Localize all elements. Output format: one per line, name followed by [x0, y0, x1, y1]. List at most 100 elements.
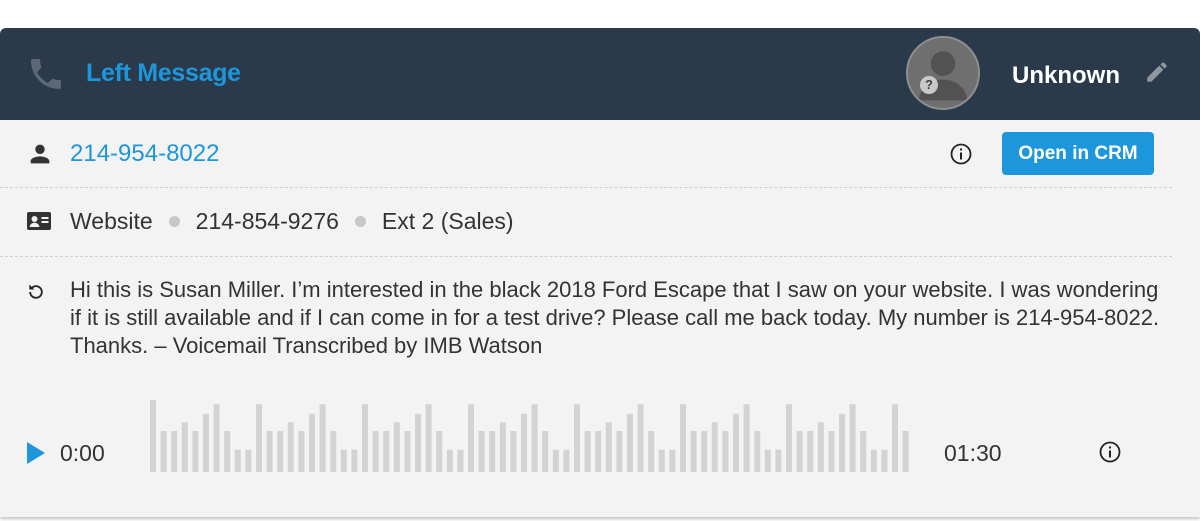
- waveform-bar: [690, 431, 697, 472]
- waveform-bar: [340, 449, 347, 472]
- call-header: Left Message ? Unknown: [0, 28, 1200, 120]
- separator-dot: [168, 216, 180, 227]
- waveform-bar: [796, 431, 803, 472]
- waveform-bar: [839, 413, 845, 472]
- unknown-badge: ?: [920, 76, 938, 94]
- waveform-bar: [764, 449, 771, 472]
- waveform-bar: [256, 404, 262, 472]
- sync-icon: [29, 284, 43, 299]
- waveform-bar: [171, 431, 178, 472]
- call-card: Left Message ? Unknown 214-954-8022 Open…: [0, 28, 1200, 517]
- waveform-bar: [415, 413, 421, 472]
- waveform-bar: [192, 431, 199, 472]
- waveform-bar: [754, 431, 761, 472]
- waveform-bar: [648, 431, 655, 472]
- play-icon[interactable]: [26, 441, 46, 465]
- waveform-bar: [552, 449, 559, 472]
- waveform-bar: [457, 449, 464, 472]
- waveform-bar: [372, 431, 379, 472]
- waveform-bar: [775, 449, 782, 472]
- caller-row: 214-954-8022 Open in CRM: [0, 120, 1200, 188]
- waveform-bar: [266, 431, 273, 472]
- avatar[interactable]: ?: [906, 36, 980, 110]
- waveform-bar: [531, 404, 538, 472]
- audio-player: 0:00 01:30: [0, 398, 1200, 478]
- source-details: Website 214-854-9276 Ext 2 (Sales): [70, 208, 514, 235]
- waveform-bar: [807, 431, 814, 472]
- person-silhouette-icon: [918, 51, 968, 101]
- phone-icon: [31, 59, 61, 89]
- waveform-bar: [521, 413, 527, 472]
- waveform-bar: [881, 449, 888, 472]
- waveform-bar: [245, 449, 252, 472]
- waveform-bar: [701, 431, 708, 472]
- waveform-bar: [595, 431, 602, 472]
- person-icon: [30, 144, 50, 164]
- waveform-bar: [574, 404, 580, 472]
- waveform-bar: [817, 422, 824, 472]
- waveform-bar: [711, 422, 718, 472]
- info-icon[interactable]: [949, 142, 973, 166]
- waveform-bar: [828, 431, 835, 472]
- waveform-bar: [203, 413, 209, 472]
- waveform-bar: [436, 431, 443, 472]
- waveform-bar: [150, 400, 156, 472]
- waveform-bar: [849, 404, 856, 472]
- waveform-bar: [478, 431, 485, 472]
- waveform-bar: [722, 431, 729, 472]
- waveform-bar: [468, 404, 474, 472]
- waveform-bar: [616, 431, 623, 472]
- waveform-bar: [351, 449, 358, 472]
- open-in-crm-button[interactable]: Open in CRM: [1002, 132, 1154, 175]
- source-number: 214-854-9276: [195, 208, 339, 234]
- waveform-bar: [383, 431, 390, 472]
- waveform-bar: [669, 449, 676, 472]
- waveform-bar: [277, 431, 284, 472]
- waveform-bar: [605, 422, 612, 472]
- waveform-bar: [224, 431, 231, 472]
- source-extension: Ext 2 (Sales): [381, 208, 514, 234]
- waveform-bar: [902, 431, 909, 472]
- caller-phone-link[interactable]: 214-954-8022: [70, 140, 219, 168]
- waveform-bar: [870, 449, 877, 472]
- voicemail-transcript: Hi this is Susan Miller. I’m interested …: [70, 277, 1160, 358]
- audio-waveform[interactable]: [150, 398, 910, 474]
- current-time: 0:00: [60, 440, 105, 466]
- waveform-bar: [637, 404, 644, 472]
- waveform-bar: [733, 413, 739, 472]
- waveform-bar: [680, 404, 686, 472]
- waveform-bar: [499, 422, 506, 472]
- waveform-bar: [298, 431, 305, 472]
- waveform-bar: [446, 449, 453, 472]
- waveform-bar: [160, 431, 167, 472]
- waveform-bar: [287, 422, 294, 472]
- waveform-bar: [425, 404, 432, 472]
- waveform-bar: [542, 431, 549, 472]
- source-channel: Website: [70, 208, 153, 234]
- waveform-bar: [213, 404, 220, 472]
- waveform-bar: [743, 404, 750, 472]
- waveform-bar: [309, 413, 315, 472]
- contact-name: Unknown: [1012, 62, 1120, 89]
- duration: 01:30: [944, 440, 1002, 466]
- waveform-bar: [658, 449, 665, 472]
- source-row: Website 214-854-9276 Ext 2 (Sales): [0, 188, 1200, 256]
- call-status-title: Left Message: [86, 59, 241, 87]
- waveform-bar: [584, 431, 591, 472]
- waveform-bar: [510, 431, 517, 472]
- waveform-bar: [563, 449, 570, 472]
- pencil-icon[interactable]: [1144, 59, 1170, 85]
- waveform-bar: [489, 431, 496, 472]
- info-icon[interactable]: [1098, 440, 1122, 464]
- waveform-bar: [786, 404, 792, 472]
- separator-dot: [354, 216, 366, 227]
- contact-card-icon: [27, 212, 51, 230]
- waveform-bar: [892, 404, 898, 472]
- waveform-bar: [181, 422, 188, 472]
- transcript-row: Hi this is Susan Miller. I’m interested …: [0, 256, 1200, 366]
- waveform-bar: [234, 449, 241, 472]
- waveform-bar: [404, 431, 411, 472]
- waveform-bar: [393, 422, 400, 472]
- waveform-bar: [627, 413, 633, 472]
- waveform-bar: [319, 404, 326, 472]
